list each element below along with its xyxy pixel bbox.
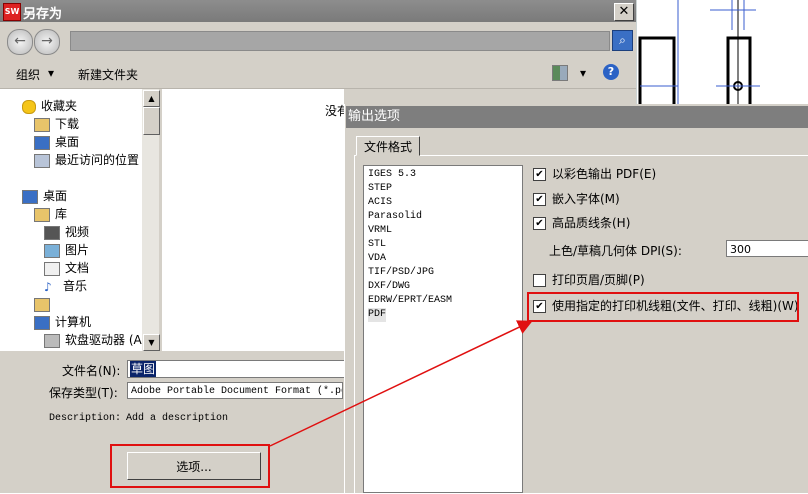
help-icon[interactable]: ? xyxy=(603,64,619,80)
search-icon: ⌕ xyxy=(619,33,626,47)
filename-label: 文件名(N): xyxy=(62,364,121,378)
new-folder-button[interactable]: 新建文件夹 xyxy=(78,66,138,83)
format-item-pdf-selected[interactable]: PDF xyxy=(368,308,387,322)
format-item-vda[interactable]: VDA xyxy=(368,252,386,266)
checkbox-header-footer[interactable]: 打印页眉/页脚(P) xyxy=(533,273,645,289)
file-list-pane[interactable] xyxy=(162,89,344,351)
desktop-icon xyxy=(34,135,50,150)
desktop-icon xyxy=(22,189,38,204)
checkbox-checked-icon[interactable]: ✔ xyxy=(533,168,546,181)
description-label: Description: xyxy=(49,413,122,424)
filetype-label: 保存类型(T): xyxy=(49,386,118,400)
user-folder-icon xyxy=(34,297,50,312)
organize-menu[interactable]: 组织 xyxy=(16,66,40,83)
format-list[interactable]: IGES 5.3 STEP ACIS Parasolid VRML STL VD… xyxy=(363,165,523,493)
printer-line-weight-highlight-box xyxy=(527,292,799,322)
checkbox-high-quality-lines[interactable]: ✔ 高品质线条(H) xyxy=(533,216,630,232)
nav-item-pictures[interactable]: 图片 xyxy=(44,241,89,259)
checkbox-checked-icon[interactable]: ✔ xyxy=(533,217,546,230)
nav-item-label: 文档 xyxy=(65,261,90,275)
format-item-acis[interactable]: ACIS xyxy=(368,196,392,210)
scroll-thumb[interactable] xyxy=(143,107,160,135)
nav-item-music[interactable]: ♪ 音乐 xyxy=(44,277,87,295)
nav-item-user[interactable] xyxy=(34,295,55,313)
download-folder-icon xyxy=(34,117,50,132)
nav-item-recent[interactable]: 最近访问的位置 xyxy=(34,151,139,169)
output-options-title: 输出选项 xyxy=(346,106,808,128)
nav-item-label: 下载 xyxy=(55,117,80,131)
music-icon: ♪ xyxy=(44,280,58,293)
nav-item-desktop[interactable]: 桌面 xyxy=(34,133,79,151)
arrow-left-icon: ← xyxy=(14,33,26,49)
format-item-tif[interactable]: TIF/PSD/JPG xyxy=(368,266,434,280)
nav-item-label: 最近访问的位置 xyxy=(55,153,140,167)
back-button[interactable]: ← xyxy=(7,29,33,55)
save-as-title: 另存为 xyxy=(23,7,63,22)
nav-item-floppy[interactable]: 软盘驱动器 (A xyxy=(44,331,142,349)
nav-item-label: 视频 xyxy=(65,225,90,239)
format-item-stl[interactable]: STL xyxy=(368,238,386,252)
forward-button[interactable]: → xyxy=(34,29,60,55)
chevron-down-icon[interactable]: ▾ xyxy=(48,66,54,80)
nav-item-favorites[interactable]: 收藏夹 xyxy=(22,97,77,115)
recent-places-icon xyxy=(34,153,50,168)
nav-item-downloads[interactable]: 下载 xyxy=(34,115,79,133)
floppy-drive-icon xyxy=(44,333,60,348)
solidworks-app-icon: SW xyxy=(3,3,21,21)
star-icon xyxy=(22,99,36,114)
video-icon xyxy=(44,225,60,240)
nav-item-documents[interactable]: 文档 xyxy=(44,259,89,277)
navigation-pane[interactable]: 收藏夹 下载 桌面 最近访问的位置 桌面 库 视频 图片 文档 ♪ 音乐 计算机 … xyxy=(0,89,142,351)
nav-item-label: 桌面 xyxy=(43,189,68,203)
cad-drawing-background xyxy=(635,0,808,110)
filetype-select[interactable]: Adobe Portable Document Format (*.pdf) xyxy=(127,382,343,399)
dpi-label: 上色/草稿几何体 DPI(S): xyxy=(549,244,682,258)
arrow-right-icon: → xyxy=(41,33,53,49)
filename-value: 草图 xyxy=(130,361,157,377)
checkbox-label: 以彩色输出 PDF(E) xyxy=(552,167,657,181)
scroll-up-icon[interactable]: ▲ xyxy=(143,90,160,107)
nav-item-label: 桌面 xyxy=(55,135,80,149)
format-item-dxf[interactable]: DXF/DWG xyxy=(368,280,410,294)
checkbox-label: 嵌入字体(M) xyxy=(552,192,620,206)
search-button[interactable]: ⌕ xyxy=(612,30,633,51)
nav-item-label: 计算机 xyxy=(55,315,92,329)
format-item-step[interactable]: STEP xyxy=(368,182,392,196)
checkbox-label: 高品质线条(H) xyxy=(552,216,631,230)
checkbox-unchecked-icon[interactable] xyxy=(533,274,546,287)
nav-item-desktop-root[interactable]: 桌面 xyxy=(22,187,67,205)
format-item-edrw[interactable]: EDRW/EPRT/EASM xyxy=(368,294,452,308)
library-icon xyxy=(34,207,50,222)
nav-item-label: 音乐 xyxy=(63,279,88,293)
nav-item-label: 软盘驱动器 (A xyxy=(65,333,142,347)
checkbox-color-pdf[interactable]: ✔ 以彩色输出 PDF(E) xyxy=(533,167,656,183)
checkbox-embed-fonts[interactable]: ✔ 嵌入字体(M) xyxy=(533,192,620,208)
filename-input[interactable]: 草图 xyxy=(127,360,345,378)
nav-item-libraries[interactable]: 库 xyxy=(34,205,67,223)
checkbox-label: 打印页眉/页脚(P) xyxy=(552,273,645,287)
cad-sketch-graphic xyxy=(635,0,760,110)
computer-icon xyxy=(34,315,50,330)
format-item-parasolid[interactable]: Parasolid xyxy=(368,210,422,224)
address-bar[interactable] xyxy=(70,31,610,51)
picture-icon xyxy=(44,243,60,258)
save-as-titlebar xyxy=(0,0,636,22)
description-value[interactable]: Add a description xyxy=(126,413,228,424)
checkbox-checked-icon[interactable]: ✔ xyxy=(533,193,546,206)
nav-item-label: 库 xyxy=(55,207,68,221)
close-button[interactable]: ✕ xyxy=(614,3,634,21)
nav-item-label: 图片 xyxy=(65,243,90,257)
chevron-down-icon[interactable]: ▾ xyxy=(580,66,586,80)
nav-item-computer[interactable]: 计算机 xyxy=(34,313,91,331)
nav-item-videos[interactable]: 视频 xyxy=(44,223,89,241)
scroll-down-icon[interactable]: ▼ xyxy=(143,334,160,351)
format-item-vrml[interactable]: VRML xyxy=(368,224,392,238)
tab-file-format[interactable]: 文件格式 xyxy=(356,136,420,156)
format-item-iges[interactable]: IGES 5.3 xyxy=(368,168,416,182)
document-icon xyxy=(44,261,60,276)
dpi-input[interactable]: 300 xyxy=(726,240,808,257)
nav-item-label: 收藏夹 xyxy=(41,99,78,113)
options-highlight-box xyxy=(110,444,270,488)
views-icon[interactable] xyxy=(552,65,568,81)
